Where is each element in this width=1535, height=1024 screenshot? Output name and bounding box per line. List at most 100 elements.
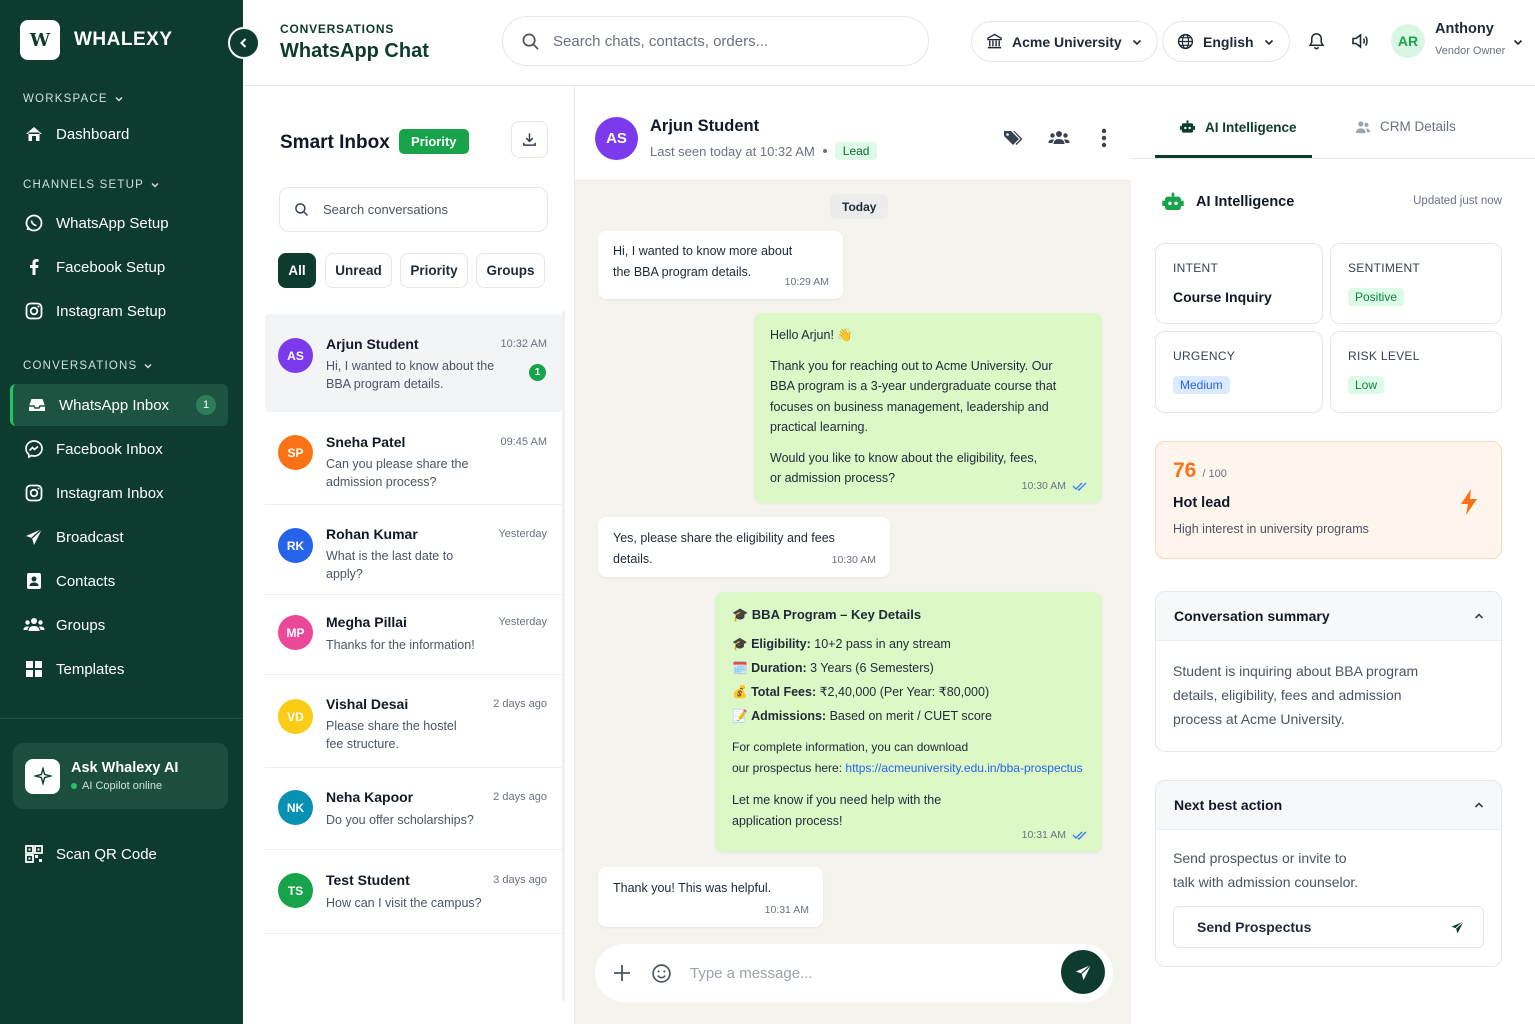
message-input[interactable]	[690, 964, 1040, 982]
message-preview: Do you offer scholarships?	[326, 813, 474, 827]
sidebar-item-dashboard[interactable]: Dashboard	[10, 113, 228, 155]
users-icon[interactable]	[1047, 128, 1071, 148]
send-button[interactable]	[1061, 950, 1105, 994]
sidebar-item-whatsapp-setup[interactable]: WhatsApp Setup	[10, 202, 228, 244]
message-text: Thank you for reaching out to Acme Unive…	[770, 358, 1057, 435]
list-item[interactable]: RK Rohan Kumar Yesterday What is the las…	[265, 505, 562, 595]
sidebar-item-groups[interactable]: Groups	[10, 604, 228, 646]
breadcrumb: CONVERSATIONS	[280, 22, 395, 36]
lead-description: High interest in university programs	[1173, 522, 1369, 536]
sidebar-item-label: Broadcast	[56, 528, 124, 546]
more-vertical-icon[interactable]	[1100, 128, 1108, 148]
global-search[interactable]	[502, 16, 929, 66]
speaker-icon[interactable]	[1350, 31, 1370, 51]
message-preview: Please share the hostel fee structure.	[326, 719, 457, 751]
bell-icon[interactable]	[1307, 31, 1326, 51]
list-item[interactable]: AS Arjun Student 10:32 AM Hi, I wanted t…	[265, 314, 562, 412]
filter-all[interactable]: All	[278, 253, 316, 288]
message-time: 10:31 AM	[764, 903, 809, 916]
conversation-search[interactable]	[279, 187, 548, 232]
outgoing-message[interactable]: 🎓 BBA Program – Key Details 🎓 Eligibilit…	[715, 592, 1102, 852]
org-name: Acme University	[1012, 33, 1122, 50]
double-check-icon	[1072, 482, 1087, 491]
sidebar-item-whatsapp-inbox[interactable]: WhatsApp Inbox 1	[10, 384, 228, 426]
tab-label: AI Intelligence	[1205, 119, 1297, 135]
message-time: Yesterday	[498, 528, 547, 540]
sidebar-item-facebook-setup[interactable]: Facebook Setup	[10, 246, 228, 288]
brand-logo[interactable]: W WHALEXY	[20, 20, 173, 60]
download-icon	[523, 133, 536, 146]
tab-ai-intelligence[interactable]: AI Intelligence	[1179, 119, 1297, 135]
plus-icon[interactable]	[612, 963, 632, 983]
section-workspace-label: WORKSPACE	[23, 93, 108, 105]
double-check-icon	[1072, 831, 1087, 840]
prospectus-link[interactable]: https://acmeuniversity.edu.in/bba-prospe…	[845, 761, 1082, 775]
chevron-down-icon[interactable]	[1512, 36, 1524, 48]
list-item[interactable]: NK Neha Kapoor 2 days ago Do you offer s…	[265, 768, 562, 850]
unread-count-badge: 1	[196, 395, 216, 415]
summary-header[interactable]: Conversation summary	[1156, 592, 1501, 641]
list-item[interactable]: MP Megha Pillai Yesterday Thanks for the…	[265, 595, 562, 675]
section-workspace[interactable]: WORKSPACE	[23, 93, 124, 105]
language-selector[interactable]: English	[1162, 21, 1290, 62]
list-item[interactable]: SP Sneha Patel 09:45 AM Can you please s…	[265, 412, 562, 505]
instagram-icon	[23, 482, 45, 504]
filter-groups[interactable]: Groups	[476, 253, 545, 288]
scan-qr-button[interactable]: Scan QR Code	[10, 833, 228, 875]
message-preview: Thanks for the information!	[326, 638, 475, 652]
chat-header: AS Arjun Student Last seen today at 10:3…	[575, 86, 1131, 181]
send-prospectus-button[interactable]: Send Prospectus	[1173, 906, 1484, 948]
unread-badge: 1	[529, 364, 546, 381]
filter-unread[interactable]: Unread	[325, 253, 392, 288]
tab-crm-details[interactable]: CRM Details	[1355, 119, 1456, 134]
list-item[interactable]: VD Vishal Desai 2 days ago Please share …	[265, 675, 562, 768]
incoming-message[interactable]: Thank you! This was helpful. 10:31 AM	[598, 867, 823, 927]
sidebar-item-contacts[interactable]: Contacts	[10, 560, 228, 602]
conversation-search-input[interactable]	[323, 202, 523, 217]
avatar[interactable]: AS	[595, 117, 638, 160]
global-search-input[interactable]	[553, 32, 883, 50]
card-label: URGENCY	[1173, 349, 1236, 363]
message-text: Let me know if you need help with the ap…	[732, 792, 942, 828]
sidebar-item-templates[interactable]: Templates	[10, 648, 228, 690]
avatar[interactable]: AR	[1391, 24, 1425, 58]
inbox-scrollbar[interactable]	[562, 311, 565, 1001]
card-value: Course Inquiry	[1173, 289, 1272, 305]
section-conversations-label: CONVERSATIONS	[23, 360, 138, 372]
incoming-message[interactable]: Hi, I wanted to know more about the BBA …	[598, 231, 843, 299]
org-selector[interactable]: Acme University	[971, 21, 1158, 62]
lead-score-card: 76 / 100 Hot lead High interest in unive…	[1155, 441, 1502, 559]
next-action-text: Send prospectus or invite to talk with a…	[1173, 850, 1359, 890]
logo-mark: W	[20, 20, 60, 60]
message-time: 10:32 AM	[500, 338, 547, 350]
grid-icon	[23, 658, 45, 680]
lead-score: 76	[1173, 459, 1197, 482]
section-channels[interactable]: CHANNELS SETUP	[23, 179, 160, 191]
sidebar-item-label: WhatsApp Inbox	[59, 396, 170, 414]
outgoing-message[interactable]: Hello Arjun! 👋 Thank you for reaching ou…	[754, 313, 1102, 503]
emoji-icon[interactable]	[651, 963, 672, 984]
chat-contact-name[interactable]: Arjun Student	[650, 117, 759, 136]
message-greeting: Hello Arjun! 👋	[770, 328, 853, 342]
sidebar-item-instagram-setup[interactable]: Instagram Setup	[10, 290, 228, 332]
conversation-summary-card: Conversation summary Student is inquirin…	[1155, 591, 1502, 752]
contact-avatar: NK	[278, 790, 313, 825]
filter-priority[interactable]: Priority	[400, 253, 468, 288]
facebook-icon	[23, 256, 45, 278]
search-icon	[295, 203, 309, 217]
incoming-message[interactable]: Yes, please share the eligibility and fe…	[598, 517, 890, 577]
next-action-header[interactable]: Next best action	[1156, 781, 1501, 830]
contact-avatar: MP	[278, 615, 313, 650]
download-button[interactable]	[511, 121, 548, 158]
section-conversations[interactable]: CONVERSATIONS	[23, 360, 153, 372]
ask-ai-button[interactable]: Ask Whalexy AI AI Copilot online	[13, 743, 228, 809]
lead-score-max: / 100	[1202, 468, 1227, 480]
message-time: 2 days ago	[493, 698, 547, 710]
sidebar-item-broadcast[interactable]: Broadcast	[10, 516, 228, 558]
list-item[interactable]: TS Test Student 3 days ago How can I vis…	[265, 850, 562, 934]
tag-icon[interactable]	[1002, 128, 1024, 148]
sidebar-item-facebook-inbox[interactable]: Facebook Inbox	[10, 428, 228, 470]
sidebar-item-instagram-inbox[interactable]: Instagram Inbox	[10, 472, 228, 514]
user-name[interactable]: Anthony	[1435, 21, 1494, 37]
collapse-sidebar-button[interactable]	[228, 27, 260, 59]
